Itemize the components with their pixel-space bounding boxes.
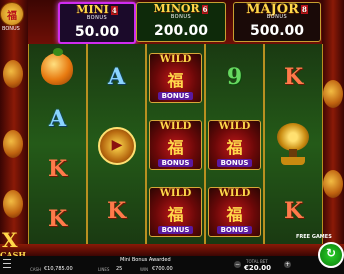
jackpot-major: MAJOR 8 BONUS 500.00 xyxy=(233,2,321,42)
symbol-letter: A xyxy=(107,64,126,91)
cash-value: €10,785.00 xyxy=(44,266,73,272)
free-games-label[interactable]: FREE GAMES xyxy=(296,234,332,240)
reel-4: 9 WILD 福 BONUS WILD 福 BONUS xyxy=(205,44,264,244)
total-bet-value: €20.00 xyxy=(244,264,272,272)
symbol-a: A xyxy=(88,44,145,111)
symbol-letter: K xyxy=(47,206,68,232)
logo-x: X xyxy=(2,228,18,252)
wild-frame: WILD 福 BONUS xyxy=(149,119,202,170)
lantern-icon xyxy=(3,190,23,218)
win-value: €700.00 xyxy=(152,266,173,272)
tree-pot xyxy=(281,156,305,165)
wild-label: WILD xyxy=(218,187,251,199)
jackpot-minor-value: 200.00 xyxy=(153,23,209,39)
reel-area: A K K A ▶ K WILD 福 BONUS WILD 福 BONUS WILD 福 BONUS 9 WIL… xyxy=(28,44,323,244)
fortune-glyph-icon: 福 xyxy=(226,137,243,157)
spin-button[interactable]: ↻ xyxy=(318,242,344,268)
jackpot-mini-level: 4 xyxy=(110,5,118,15)
reel-3: WILD 福 BONUS WILD 福 BONUS WILD 福 BONUS xyxy=(146,44,205,244)
symbol-a: A xyxy=(29,94,86,144)
left-ornament-column xyxy=(0,0,28,256)
cash-label: CASH xyxy=(30,267,42,272)
jackpot-minor-bonus: BONUS xyxy=(170,14,192,20)
right-ornament-column xyxy=(322,0,344,256)
symbol-letter: K xyxy=(47,156,68,182)
wild-frame: WILD 福 BONUS xyxy=(149,53,202,104)
bet-plus-button[interactable]: + xyxy=(284,261,291,268)
lantern-icon xyxy=(323,170,343,198)
coin-knot-symbol: ▶ xyxy=(88,111,145,178)
wild-bonus-label: BONUS xyxy=(158,92,193,101)
win-label: WIN xyxy=(140,267,149,272)
symbol-k: K xyxy=(29,144,86,194)
money-tree-icon xyxy=(273,122,313,165)
jackpot-bar: MINI 4 BONUS 50.00 MINOR 6 BONUS 200.00 MA… xyxy=(28,0,322,44)
money-tree-symbol xyxy=(265,111,322,178)
status-message: Mini Bonus Awarded xyxy=(120,257,171,263)
wild-label: WILD xyxy=(159,187,192,199)
jackpot-major-value: 500.00 xyxy=(249,23,305,39)
fortune-coin-icon: 福 xyxy=(0,2,24,26)
lines-value: 25 xyxy=(116,266,123,272)
symbol-k: K xyxy=(29,194,86,244)
jackpot-minor-level: 6 xyxy=(201,4,209,14)
wild-label: WILD xyxy=(159,120,192,132)
wild-bonus-label: BONUS xyxy=(217,225,252,234)
lines-label: LINES xyxy=(98,267,110,272)
jackpot-major-level: 8 xyxy=(300,5,308,14)
bet-minus-button[interactable]: − xyxy=(234,261,241,268)
symbol-9: 9 xyxy=(206,44,263,111)
symbol-letter: K xyxy=(106,197,127,224)
symbol-letter: A xyxy=(48,106,67,132)
lantern-icon xyxy=(3,60,23,88)
reel-frame-bottom xyxy=(0,244,344,256)
lantern-icon xyxy=(3,130,23,158)
peach-icon xyxy=(41,48,73,85)
menu-icon[interactable] xyxy=(3,259,11,268)
game-logo: X CASH xyxy=(0,228,28,260)
spin-icon: ↻ xyxy=(325,246,337,260)
symbol-letter: K xyxy=(283,197,304,224)
reel-2: A ▶ K xyxy=(87,44,146,244)
wild-bonus-label: BONUS xyxy=(158,158,193,167)
symbol-k: K xyxy=(88,177,145,244)
status-bar: CASH €10,785.00 Mini Bonus Awarded LINES… xyxy=(0,256,344,274)
wild-bonus-symbol: WILD 福 BONUS xyxy=(147,177,204,244)
symbol-letter: 9 xyxy=(226,64,243,91)
wild-frame: WILD 福 BONUS xyxy=(208,119,261,170)
jackpot-mini-value: 50.00 xyxy=(74,24,120,40)
fortune-glyph-icon: 福 xyxy=(167,71,184,91)
wild-bonus-symbol: WILD 福 BONUS xyxy=(147,111,204,178)
coin-glyph: 福 xyxy=(7,11,17,22)
wild-bonus-symbol: WILD 福 BONUS xyxy=(206,177,263,244)
reel-5: KK xyxy=(264,44,323,244)
wild-label: WILD xyxy=(218,120,251,132)
wild-bonus-label: BONUS xyxy=(217,158,252,167)
fortune-glyph-icon: 福 xyxy=(167,137,184,157)
wild-label: WILD xyxy=(159,54,192,66)
jackpot-minor: MINOR 6 BONUS 200.00 xyxy=(136,2,226,42)
wild-bonus-label: BONUS xyxy=(158,225,193,234)
coin-bonus-label: BONUS xyxy=(2,26,20,32)
coin-knot-icon: ▶ xyxy=(98,126,136,165)
jackpot-major-bonus: BONUS xyxy=(266,14,288,20)
knot-glyph: ▶ xyxy=(111,136,123,153)
fortune-glyph-icon: 福 xyxy=(226,204,243,224)
reel-1: AKK xyxy=(28,44,87,244)
jackpot-mini-bonus: BONUS xyxy=(86,15,108,21)
peach-symbol xyxy=(29,44,86,94)
wild-bonus-symbol: WILD 福 BONUS xyxy=(206,111,263,178)
slot-game: 福 BONUS 5 MINI4 BONUS 50.00 MINOR6 BONUS… xyxy=(0,0,344,274)
symbol-letter: K xyxy=(283,64,304,91)
tree-crown xyxy=(277,122,309,151)
wild-frame: WILD 福 BONUS xyxy=(149,186,202,237)
wild-bonus-symbol: WILD 福 BONUS xyxy=(147,44,204,111)
lantern-icon xyxy=(323,80,343,108)
jackpot-mini: MINI 4 BONUS 50.00 xyxy=(58,2,136,44)
fortune-glyph-icon: 福 xyxy=(167,204,184,224)
wild-frame: WILD 福 BONUS xyxy=(208,186,261,237)
symbol-k: K xyxy=(265,44,322,111)
